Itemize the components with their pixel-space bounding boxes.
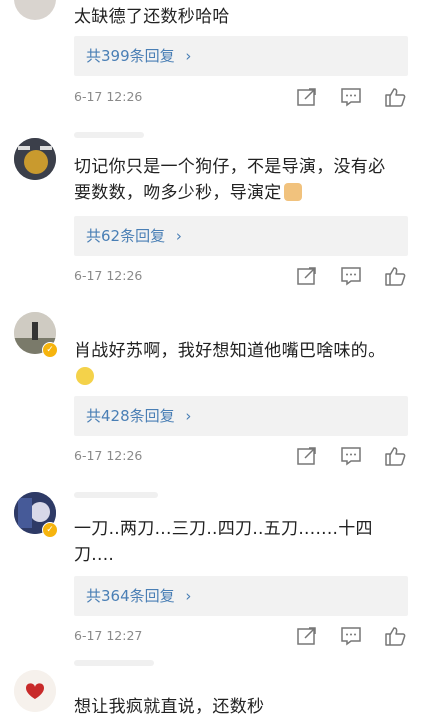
timestamp: 6-17 12:26: [74, 268, 143, 283]
reply-summary[interactable]: 共62条回复 ›: [86, 216, 182, 256]
reply-summary-box[interactable]: 共428条回复 ›: [74, 396, 408, 436]
share-icon[interactable]: [296, 626, 318, 646]
reply-summary-box[interactable]: 共62条回复 ›: [74, 216, 408, 256]
like-icon[interactable]: [384, 446, 406, 466]
chevron-right-icon: ›: [175, 227, 182, 245]
cat-face-emoji: [283, 183, 302, 201]
comment-icon[interactable]: [340, 87, 362, 107]
reply-count-label: 共364条回复: [86, 587, 175, 605]
reply-summary[interactable]: 共364条回复 ›: [86, 576, 191, 616]
verified-badge-icon: ✓: [42, 342, 58, 358]
comment-footer: 6-17 12:26: [74, 445, 408, 467]
reply-summary-box[interactable]: 共364条回复 ›: [74, 576, 408, 616]
chevron-right-icon: ›: [185, 47, 192, 65]
comment-text: 肖战好苏啊，我好想知道他嘴巴啥味的。: [74, 338, 394, 390]
comment-text: 切记你只是一个狗仔，不是导演，没有必要数数，吻多少秒，导演定: [74, 157, 386, 203]
like-icon[interactable]: [384, 626, 406, 646]
chevron-right-icon: ›: [185, 407, 192, 425]
share-icon[interactable]: [296, 446, 318, 466]
verified-badge-icon: ✓: [42, 522, 58, 538]
avatar[interactable]: [14, 0, 56, 20]
comment-icon[interactable]: [340, 626, 362, 646]
avatar[interactable]: [14, 670, 56, 712]
reply-summary[interactable]: 共399条回复 ›: [86, 36, 191, 76]
timestamp: 6-17 12:26: [74, 89, 143, 104]
reply-summary[interactable]: 共428条回复 ›: [86, 396, 191, 436]
reply-count-label: 共399条回复: [86, 47, 175, 65]
comment-icon[interactable]: [340, 446, 362, 466]
share-icon[interactable]: [296, 87, 318, 107]
like-icon[interactable]: [384, 266, 406, 286]
reply-summary-box[interactable]: 共399条回复 ›: [74, 36, 408, 76]
like-icon[interactable]: [384, 87, 406, 107]
share-icon[interactable]: [296, 266, 318, 286]
comment-text: 想让我疯就直说，还数秒: [74, 697, 265, 717]
timestamp: 6-17 12:27: [74, 628, 143, 643]
avatar[interactable]: [14, 138, 56, 180]
comment-footer: 6-17 12:27: [74, 625, 408, 647]
timestamp: 6-17 12:26: [74, 448, 143, 463]
comment-text: 一刀..两刀...三刀..四刀..五刀.......十四刀....: [74, 519, 373, 565]
chevron-right-icon: ›: [185, 587, 192, 605]
pleading-face-emoji: [76, 367, 94, 385]
comment-icon[interactable]: [340, 266, 362, 286]
reply-count-label: 共428条回复: [86, 407, 175, 425]
comment-text: 太缺德了还数秒哈哈: [74, 7, 230, 27]
comment-footer: 6-17 12:26: [74, 86, 408, 108]
reply-count-label: 共62条回复: [86, 227, 166, 245]
comment-footer: 6-17 12:26: [74, 265, 408, 287]
